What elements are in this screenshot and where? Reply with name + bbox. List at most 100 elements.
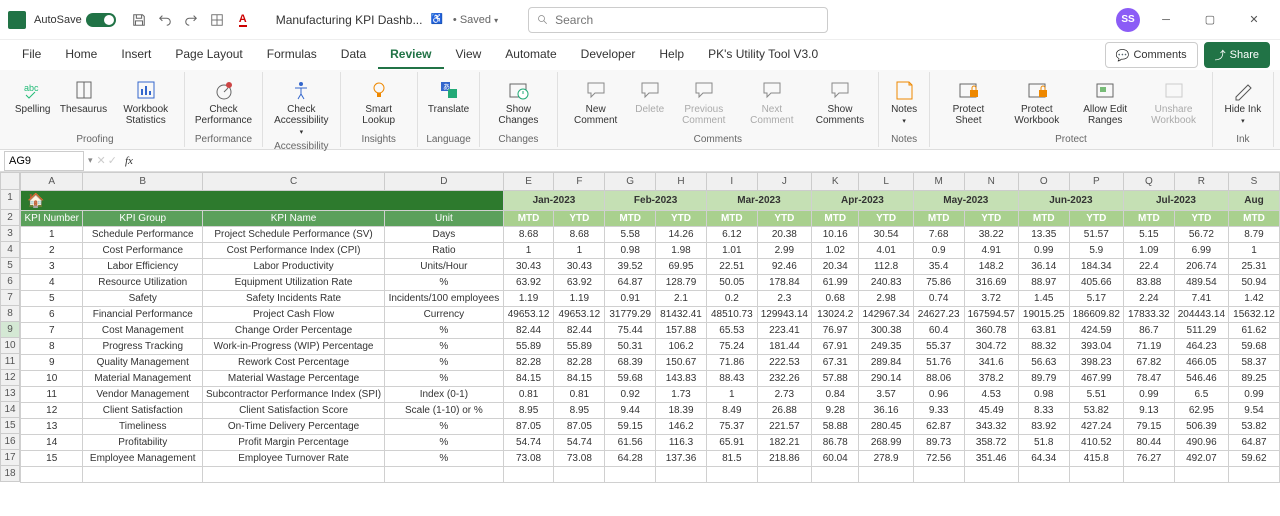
cell[interactable]: 146.2 (656, 419, 707, 435)
cell[interactable] (503, 467, 554, 483)
cell[interactable]: Schedule Performance (83, 227, 203, 243)
cell[interactable]: 304.72 (964, 339, 1018, 355)
cell[interactable] (203, 467, 385, 483)
cell[interactable]: Timeliness (83, 419, 203, 435)
cell[interactable]: 64.34 (1018, 451, 1069, 467)
cell[interactable]: 81432.41 (656, 307, 707, 323)
cell[interactable]: 221.57 (757, 419, 811, 435)
cell[interactable]: % (385, 451, 504, 467)
cell[interactable]: Equipment Utilization Rate (203, 275, 385, 291)
cell[interactable]: 6.12 (706, 227, 757, 243)
cell[interactable]: 378.2 (964, 371, 1018, 387)
maximize-button[interactable]: ▢ (1192, 6, 1228, 34)
cell[interactable]: % (385, 275, 504, 291)
cell[interactable]: 427.24 (1069, 419, 1123, 435)
enter-formula-icon[interactable]: ✓ (108, 154, 117, 167)
cell[interactable]: Safety (83, 291, 203, 307)
cell[interactable]: 59.68 (605, 371, 656, 387)
cell[interactable]: 59.62 (1229, 451, 1280, 467)
tab-developer[interactable]: Developer (569, 41, 648, 69)
col-header[interactable]: S (1229, 173, 1280, 191)
cell[interactable]: % (385, 435, 504, 451)
cell[interactable]: 84.15 (503, 371, 554, 387)
cell[interactable]: 55.89 (503, 339, 554, 355)
cell[interactable]: 62.87 (913, 419, 964, 435)
cell[interactable]: 63.92 (554, 275, 605, 291)
cell[interactable] (1069, 467, 1123, 483)
ribbon-notes[interactable]: Notes ▾ (883, 76, 925, 128)
cell[interactable]: 0.81 (503, 387, 554, 403)
cell[interactable] (656, 467, 707, 483)
cell[interactable]: 60.04 (812, 451, 859, 467)
cell[interactable]: 64.28 (605, 451, 656, 467)
cell[interactable]: % (385, 339, 504, 355)
save-status[interactable]: • Saved ▾ (453, 14, 498, 26)
cell[interactable]: Client Satisfaction (83, 403, 203, 419)
tab-review[interactable]: Review (378, 41, 443, 69)
cell[interactable]: Employee Turnover Rate (203, 451, 385, 467)
cell[interactable]: 10 (21, 371, 83, 387)
cell[interactable]: 506.39 (1174, 419, 1228, 435)
cell[interactable] (554, 467, 605, 483)
cell[interactable]: 14 (21, 435, 83, 451)
cell[interactable]: 184.34 (1069, 259, 1123, 275)
cell[interactable]: Financial Performance (83, 307, 203, 323)
cell[interactable]: 204443.14 (1174, 307, 1228, 323)
font-color-icon[interactable]: A (233, 10, 253, 30)
cell[interactable]: 65.91 (706, 435, 757, 451)
tab-help[interactable]: Help (647, 41, 696, 69)
cell[interactable]: 358.72 (964, 435, 1018, 451)
cell[interactable]: 75.86 (913, 275, 964, 291)
cell[interactable]: 88.43 (706, 371, 757, 387)
cell[interactable]: 20.34 (812, 259, 859, 275)
borders-icon[interactable] (207, 10, 227, 30)
row-header[interactable]: 13 (0, 386, 20, 402)
tab-file[interactable]: File (10, 41, 53, 69)
cell[interactable]: Ratio (385, 243, 504, 259)
cell[interactable]: 88.97 (1018, 275, 1069, 291)
cell[interactable]: 490.96 (1174, 435, 1228, 451)
cell[interactable]: Units/Hour (385, 259, 504, 275)
cell[interactable]: 0.92 (605, 387, 656, 403)
cell[interactable]: 5.17 (1069, 291, 1123, 307)
row-header[interactable]: 7 (0, 290, 20, 306)
ribbon-spelling[interactable]: abcSpelling (10, 76, 55, 117)
tab-automate[interactable]: Automate (493, 41, 568, 69)
row-header[interactable]: 12 (0, 370, 20, 386)
cell[interactable]: 5.9 (1069, 243, 1123, 259)
cell[interactable]: 17833.32 (1123, 307, 1174, 323)
cell[interactable]: 5.51 (1069, 387, 1123, 403)
row-header[interactable]: 10 (0, 338, 20, 354)
fx-icon[interactable]: fx (125, 155, 133, 167)
cell[interactable]: 72.56 (913, 451, 964, 467)
cell[interactable]: 60.4 (913, 323, 964, 339)
cell[interactable]: 249.35 (859, 339, 913, 355)
cell[interactable]: 2 (21, 243, 83, 259)
col-header[interactable]: K (812, 173, 859, 191)
cell[interactable]: 2.1 (656, 291, 707, 307)
cell[interactable]: 24627.23 (913, 307, 964, 323)
cell[interactable]: 167594.57 (964, 307, 1018, 323)
cell[interactable]: 8.33 (1018, 403, 1069, 419)
col-header[interactable]: G (605, 173, 656, 191)
cell[interactable]: 5.15 (1123, 227, 1174, 243)
ribbon-workbook-statistics[interactable]: Workbook Statistics (112, 76, 180, 128)
cell[interactable]: 415.8 (1069, 451, 1123, 467)
cell[interactable]: 0.2 (706, 291, 757, 307)
cell[interactable]: 106.2 (656, 339, 707, 355)
cell[interactable]: 86.78 (812, 435, 859, 451)
row-header[interactable]: 4 (0, 242, 20, 258)
cell[interactable]: 49653.12 (503, 307, 554, 323)
cell[interactable]: 30.43 (503, 259, 554, 275)
cell[interactable]: 1.73 (656, 387, 707, 403)
cell[interactable]: 48510.73 (706, 307, 757, 323)
cell[interactable]: 55.37 (913, 339, 964, 355)
cell[interactable]: 50.05 (706, 275, 757, 291)
cell[interactable]: Project Cash Flow (203, 307, 385, 323)
cell[interactable]: 31779.29 (605, 307, 656, 323)
cell[interactable] (1123, 467, 1174, 483)
cell[interactable]: 51.8 (1018, 435, 1069, 451)
cell[interactable]: 7 (21, 323, 83, 339)
col-header[interactable]: P (1069, 173, 1123, 191)
cell[interactable]: Currency (385, 307, 504, 323)
